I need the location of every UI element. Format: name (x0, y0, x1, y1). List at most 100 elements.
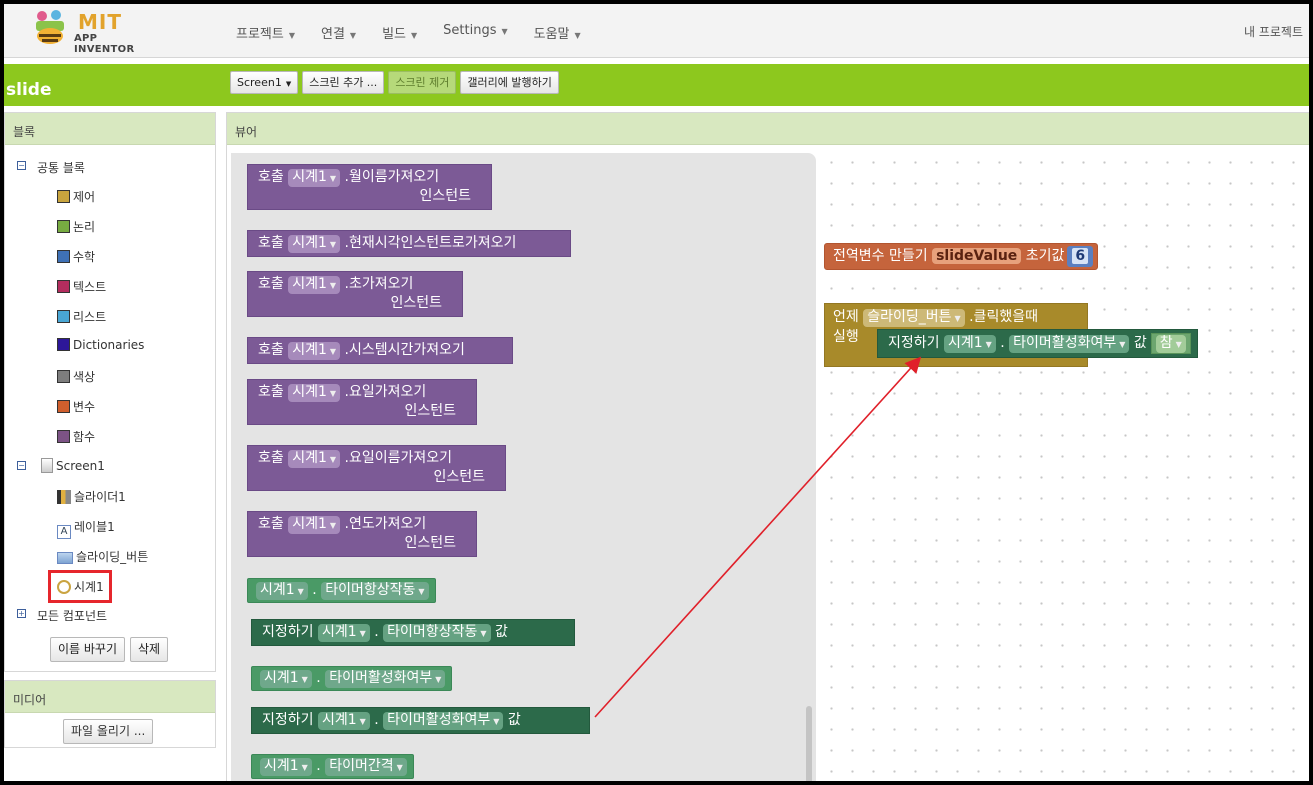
property-field[interactable]: 타이머간격 ▼ (325, 758, 407, 776)
getter-timer-always-fires[interactable]: 시계1 ▼ . 타이머항상작동 ▼ (247, 578, 436, 603)
component-field[interactable]: 시계1 ▼ (288, 516, 341, 534)
number-value[interactable]: 6 (1072, 248, 1089, 264)
property-field[interactable]: 타이머항상작동 ▼ (321, 582, 429, 600)
logo-mit-text: MIT (78, 10, 122, 34)
component-field[interactable]: 시계1 ▼ (288, 384, 341, 402)
property-field-label: 타이머활성화여부 (387, 712, 491, 728)
component-label[interactable]: A 레이블1 (57, 518, 115, 539)
make-word: 만들기 (888, 248, 928, 264)
blocks-workspace[interactable]: 호출 시계1 ▼ .월이름가져오기 인스턴트 호출 시계1 ▼ .현재시각인스턴트로가… (227, 146, 1309, 781)
builtin-list[interactable]: 리스트 (57, 308, 106, 325)
builtin-math[interactable]: 수학 (57, 248, 95, 265)
chevron-down-icon: ▼ (985, 340, 992, 349)
property-field[interactable]: 타이머활성화여부 ▼ (383, 712, 504, 730)
my-projects-link[interactable]: 내 프로젝트 (1244, 23, 1303, 40)
component-field[interactable]: 시계1 ▼ (288, 342, 341, 360)
call-word: 호출 (258, 276, 284, 292)
chevron-down-icon: ▼ (301, 675, 308, 684)
collapse-icon[interactable]: − (17, 161, 26, 170)
component-slider[interactable]: 슬라이더1 (57, 488, 126, 505)
component-field-label: 시계1 (260, 582, 295, 598)
component-field[interactable]: 시계1 ▼ (260, 670, 312, 688)
property-field-label: 타이머항상작동 (325, 582, 416, 598)
component-field[interactable]: 시계1 ▼ (288, 235, 341, 253)
add-screen-button[interactable]: 스크린 추가 ... (302, 71, 385, 94)
dictionaries-swatch-icon (57, 338, 70, 351)
builtin-logic[interactable]: 논리 (57, 218, 95, 235)
component-field[interactable]: 시계1 ▼ (288, 276, 341, 294)
delete-button[interactable]: 삭제 (130, 637, 169, 662)
menu-help[interactable]: 도움말 ▼ (534, 23, 581, 42)
component-sliding-button[interactable]: 슬라이딩_버튼 (57, 548, 148, 565)
set-word: 지정하기 (262, 624, 314, 640)
publish-gallery-button[interactable]: 갤러리에 발행하기 (460, 71, 559, 94)
component-field[interactable]: 시계1 ▼ (260, 758, 312, 776)
component-field-label: 시계1 (292, 516, 327, 532)
getter-timer-interval[interactable]: 시계1 ▼ . 타이머간격 ▼ (251, 754, 414, 779)
menu-build[interactable]: 빌드 ▼ (382, 23, 417, 42)
blocks-panel: 블록 − 공통 블록 제어 논리 수학 텍스트 리스트 Dictionaries… (4, 112, 216, 672)
setter-timer-always-fires[interactable]: 지정하기 시계1 ▼ . 타이머항상작동 ▼ 값 (251, 619, 575, 646)
builtin-procedures[interactable]: 함수 (57, 428, 95, 445)
builtin-dictionaries[interactable]: Dictionaries (57, 338, 144, 352)
component-field[interactable]: 시계1 ▼ (256, 582, 308, 600)
component-field[interactable]: 시계1 ▼ (288, 169, 341, 187)
call-block-now[interactable]: 호출 시계1 ▼ .현재시각인스턴트로가져오기 (247, 230, 571, 257)
component-field[interactable]: 시계1 ▼ (288, 450, 341, 468)
getter-timer-enabled[interactable]: 시계1 ▼ . 타이머활성화여부 ▼ (251, 666, 453, 691)
menu-project-label: 프로젝트 (236, 27, 284, 42)
remove-screen-button[interactable]: 스크린 제거 (388, 71, 457, 94)
set-word: 지정하기 (888, 335, 940, 351)
project-name: slide (6, 80, 52, 100)
property-field[interactable]: 타이머활성화여부 ▼ (1009, 335, 1130, 353)
chevron-down-icon: ▼ (418, 587, 425, 596)
menu-project[interactable]: 프로젝트 ▼ (236, 23, 295, 42)
property-field[interactable]: 타이머항상작동 ▼ (383, 624, 491, 642)
menu-connect[interactable]: 연결 ▼ (321, 23, 356, 42)
all-components-label[interactable]: 모든 컴포넌트 (37, 607, 107, 624)
boolean-field[interactable]: 참 ▼ (1155, 335, 1186, 353)
method-name: .월이름가져오기 (344, 169, 440, 185)
app-window: MIT APP INVENTOR 프로젝트 ▼ 연결 ▼ 빌드 ▼ Settings ▼… (0, 0, 1313, 785)
component-field[interactable]: 시계1 ▼ (943, 335, 996, 353)
builtin-control[interactable]: 제어 (57, 188, 95, 205)
app-inventor-logo[interactable]: MIT APP INVENTOR (26, 8, 156, 55)
call-block-month-name[interactable]: 호출 시계1 ▼ .월이름가져오기 인스턴트 (247, 164, 492, 210)
call-block-weekday-name[interactable]: 호출 시계1 ▼ .요일이름가져오기 인스턴트 (247, 445, 506, 491)
variable-name-field[interactable]: slideValue (932, 248, 1022, 264)
list-swatch-icon (57, 310, 70, 323)
call-block-weekday[interactable]: 호출 시계1 ▼ .요일가져오기 인스턴트 (247, 379, 477, 425)
property-field[interactable]: 타이머활성화여부 ▼ (325, 670, 446, 688)
rename-button[interactable]: 이름 바꾸기 (50, 637, 126, 662)
builtin-blocks-label[interactable]: 공통 블록 (37, 159, 85, 176)
builtin-text[interactable]: 텍스트 (57, 278, 106, 295)
label-icon: A (57, 525, 71, 539)
call-block-system-time[interactable]: 호출 시계1 ▼ .시스템시간가져오기 (247, 337, 513, 364)
boolean-block[interactable]: 참 ▼ (1150, 333, 1191, 354)
screen-select[interactable]: Screen1 ▼ (230, 71, 299, 94)
instant-socket-label: 인스턴트 (419, 188, 471, 204)
blocks-flyout[interactable]: 호출 시계1 ▼ .월이름가져오기 인스턴트 호출 시계1 ▼ .현재시각인스턴트로가… (231, 153, 816, 781)
number-block[interactable]: 6 (1067, 246, 1094, 267)
menu-settings-label: Settings (443, 23, 497, 38)
flyout-scrollbar[interactable] (806, 706, 812, 781)
component-field[interactable]: 시계1 ▼ (317, 712, 370, 730)
builtin-color[interactable]: 색상 (57, 368, 95, 385)
component-field-label: 시계1 (321, 624, 357, 640)
component-field[interactable]: 시계1 ▼ (317, 624, 370, 642)
call-block-second[interactable]: 호출 시계1 ▼ .초가져오기 인스턴트 (247, 271, 463, 317)
global-variable-block[interactable]: 전역변수 만들기 slideValue 초기값 6 (824, 243, 1099, 270)
screen-node[interactable]: Screen1 (41, 458, 105, 473)
call-block-year[interactable]: 호출 시계1 ▼ .연도가져오기 인스턴트 (247, 511, 477, 557)
method-name: .현재시각인스턴트로가져오기 (344, 235, 517, 251)
call-word: 호출 (258, 342, 284, 358)
event-component-field[interactable]: 슬라이딩_버튼 ▼ (863, 309, 965, 327)
menu-settings[interactable]: Settings ▼ (443, 23, 507, 42)
setter-timer-enabled[interactable]: 지정하기 시계1 ▼ . 타이머활성화여부 ▼ 값 (251, 707, 590, 734)
collapse-icon[interactable]: − (17, 461, 26, 470)
upload-file-button[interactable]: 파일 올리기 ... (63, 719, 154, 744)
property-field-label: 타이머항상작동 (387, 624, 478, 640)
expand-icon[interactable]: + (17, 609, 26, 618)
set-timer-enabled-block[interactable]: 지정하기 시계1 ▼ . 타이머활성화여부 ▼ 값 참 ▼ (877, 329, 1198, 358)
builtin-variables[interactable]: 변수 (57, 398, 95, 415)
